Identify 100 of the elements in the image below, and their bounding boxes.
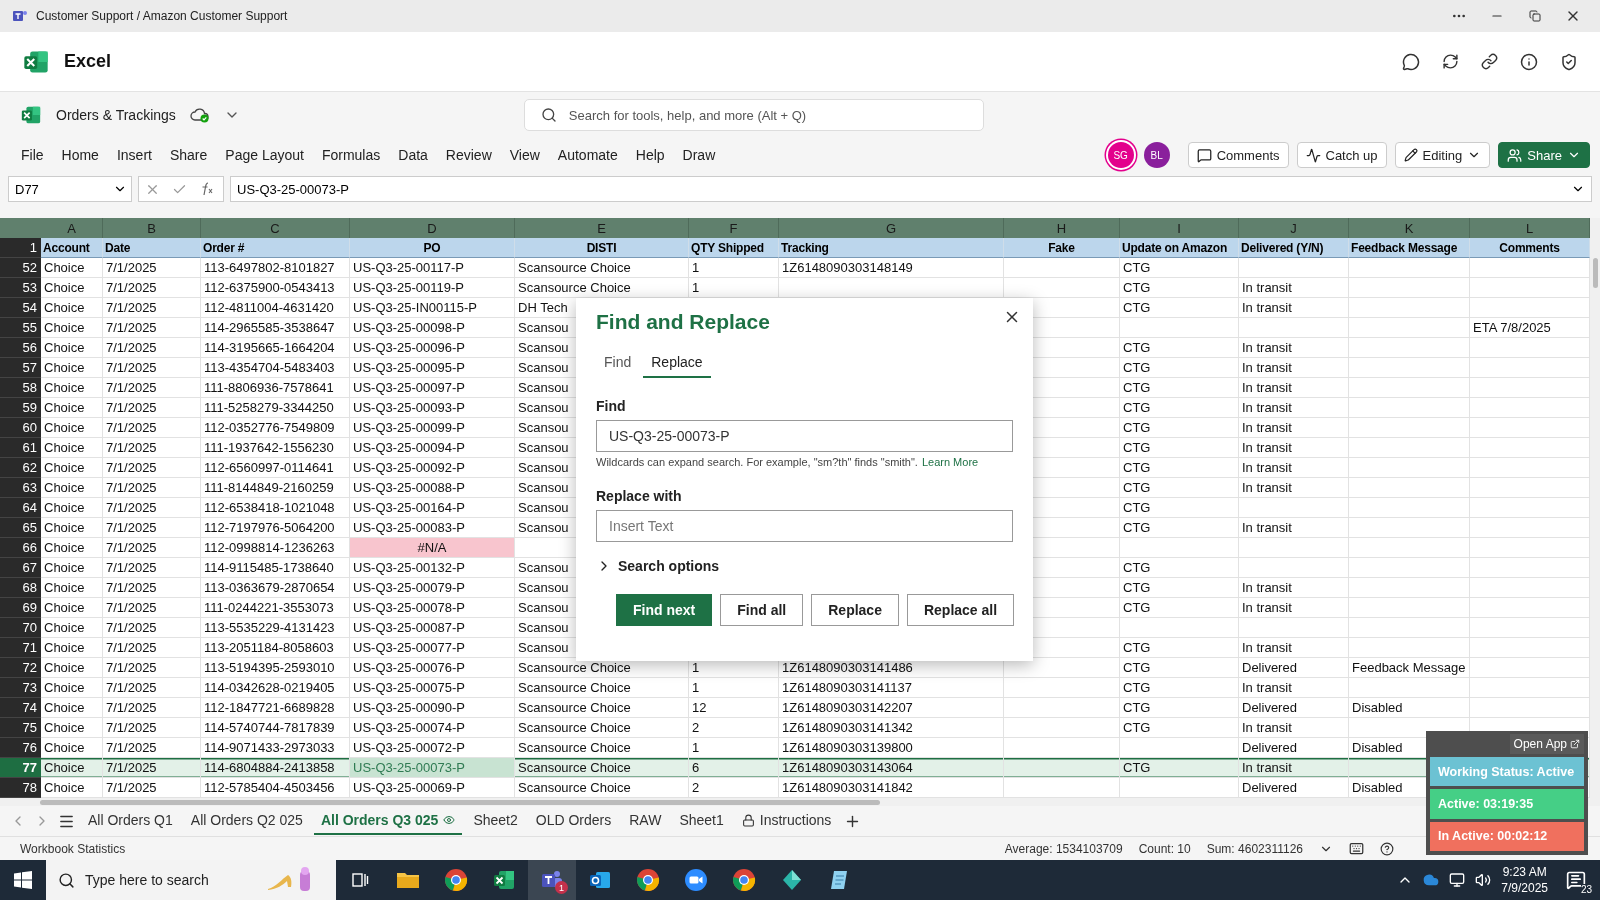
column-header[interactable]: E: [515, 218, 689, 238]
find-field[interactable]: US-Q3-25-00073-P: [596, 420, 1013, 452]
row-number[interactable]: 65: [0, 518, 41, 538]
row-number[interactable]: 68: [0, 578, 41, 598]
header-cell: QTY Shipped: [689, 238, 779, 258]
scrollbar-thumb[interactable]: [40, 799, 880, 805]
sheet-tab[interactable]: Sheet2: [466, 807, 525, 835]
formula-field[interactable]: US-Q3-25-00073-P: [230, 176, 1592, 202]
notification-badge: 1: [555, 881, 568, 894]
header-cell: Delivered (Y/N): [1239, 238, 1349, 258]
menu-item[interactable]: Formulas: [312, 143, 390, 167]
column-header[interactable]: J: [1239, 218, 1349, 238]
spreadsheet-icon: [20, 104, 42, 126]
taskbar-search-field[interactable]: Type here to search: [46, 860, 336, 900]
scrollbar-thumb[interactable]: [1592, 258, 1598, 288]
learn-more-link[interactable]: Learn More: [921, 456, 979, 468]
column-header[interactable]: I: [1120, 218, 1239, 238]
open-app-button[interactable]: Open App: [1509, 734, 1584, 754]
menu-item[interactable]: Draw: [673, 143, 725, 167]
spreadsheet-icon: [492, 868, 516, 892]
name-box[interactable]: D77: [8, 176, 132, 202]
dialog-button[interactable]: Replace: [811, 594, 899, 626]
row-number[interactable]: 53: [0, 278, 41, 298]
info-icon: [1520, 52, 1538, 71]
dialog-button[interactable]: Replace all: [906, 594, 1015, 626]
row-number[interactable]: 64: [0, 498, 41, 518]
help-icon: [1380, 841, 1394, 856]
column-header[interactable]: C: [201, 218, 350, 238]
row-number[interactable]: 77: [0, 758, 41, 778]
menu-item[interactable]: Help: [626, 143, 674, 167]
column-header[interactable]: A: [41, 218, 103, 238]
column-header[interactable]: L: [1470, 218, 1590, 238]
row-number[interactable]: 73: [0, 678, 41, 698]
dialog-tab[interactable]: Replace: [643, 348, 711, 378]
menu-item[interactable]: Data: [389, 143, 437, 167]
refresh-icon: [1442, 53, 1459, 70]
horizontal-scrollbar[interactable]: [0, 798, 1600, 806]
row-number[interactable]: 61: [0, 438, 41, 458]
row-number[interactable]: 71: [0, 638, 41, 658]
row-number[interactable]: 55: [0, 318, 41, 338]
row-number[interactable]: 69: [0, 598, 41, 618]
row-number[interactable]: 63: [0, 478, 41, 498]
row-number[interactable]: 56: [0, 338, 41, 358]
row-number[interactable]: 76: [0, 738, 41, 758]
taskbar-app[interactable]: 1: [528, 860, 576, 900]
sheet-tab[interactable]: Instructions: [734, 807, 839, 835]
row-number[interactable]: 1: [0, 238, 41, 258]
link-icon: [1481, 53, 1498, 70]
row-number[interactable]: 72: [0, 658, 41, 678]
menu-item[interactable]: Share: [160, 143, 217, 167]
windows-icon: [14, 871, 32, 889]
column-header[interactable]: H: [1004, 218, 1120, 238]
menu-item[interactable]: View: [500, 143, 549, 167]
info-button[interactable]: [1520, 52, 1538, 71]
replace-field[interactable]: Insert Text: [596, 510, 1013, 542]
menu-item[interactable]: Home: [52, 143, 108, 167]
row-number[interactable]: 78: [0, 778, 41, 798]
search-field[interactable]: Search for tools, help, and more (Alt + Q): [523, 99, 984, 131]
sheet-tab[interactable]: All Orders Q1: [81, 807, 180, 835]
column-header[interactable]: D: [350, 218, 515, 238]
vertical-scrollbar[interactable]: [1590, 218, 1600, 798]
row-number[interactable]: 75: [0, 718, 41, 738]
chat-button[interactable]: [1402, 52, 1420, 71]
editing-button[interactable]: Editing: [1394, 142, 1491, 168]
clock-time: 9:23 AM: [1502, 864, 1547, 880]
sheet-tab[interactable]: RAW: [622, 807, 669, 835]
dialog-button[interactable]: Find next: [616, 594, 713, 626]
column-header[interactable]: G: [779, 218, 1004, 238]
refresh-button[interactable]: [1442, 53, 1459, 70]
row-number[interactable]: 74: [0, 698, 41, 718]
column-header[interactable]: B: [103, 218, 201, 238]
row-number[interactable]: 67: [0, 558, 41, 578]
header-cell: Account: [41, 238, 103, 258]
row-number[interactable]: 57: [0, 358, 41, 378]
row-number[interactable]: 54: [0, 298, 41, 318]
menu-item[interactable]: Automate: [548, 143, 627, 167]
dialog-button[interactable]: Find all: [720, 594, 804, 626]
menu-item[interactable]: File: [12, 143, 53, 167]
header-cell: Order #: [201, 238, 350, 258]
column-header[interactable]: F: [689, 218, 779, 238]
row-number[interactable]: 59: [0, 398, 41, 418]
menu-item[interactable]: Page Layout: [216, 143, 313, 167]
row-number[interactable]: 58: [0, 378, 41, 398]
sheet-tab[interactable]: All Orders Q2 025: [183, 807, 310, 835]
sheet-tab[interactable]: OLD Orders: [528, 807, 619, 835]
comments-button[interactable]: Comments: [1187, 142, 1289, 168]
row-number[interactable]: 66: [0, 538, 41, 558]
shield-button[interactable]: [1560, 52, 1578, 71]
link-button[interactable]: [1481, 53, 1498, 70]
catchup-button[interactable]: Catch up: [1296, 142, 1387, 168]
browser-icon: [732, 868, 756, 892]
row-number[interactable]: 70: [0, 618, 41, 638]
menu-item[interactable]: Insert: [107, 143, 161, 167]
row-number[interactable]: 52: [0, 258, 41, 278]
row-number[interactable]: 62: [0, 458, 41, 478]
share-button[interactable]: Share: [1498, 142, 1590, 168]
row-number[interactable]: 60: [0, 418, 41, 438]
sheet-tab[interactable]: Sheet1: [672, 807, 731, 835]
menu-item[interactable]: Review: [436, 143, 501, 167]
column-header[interactable]: K: [1349, 218, 1470, 238]
